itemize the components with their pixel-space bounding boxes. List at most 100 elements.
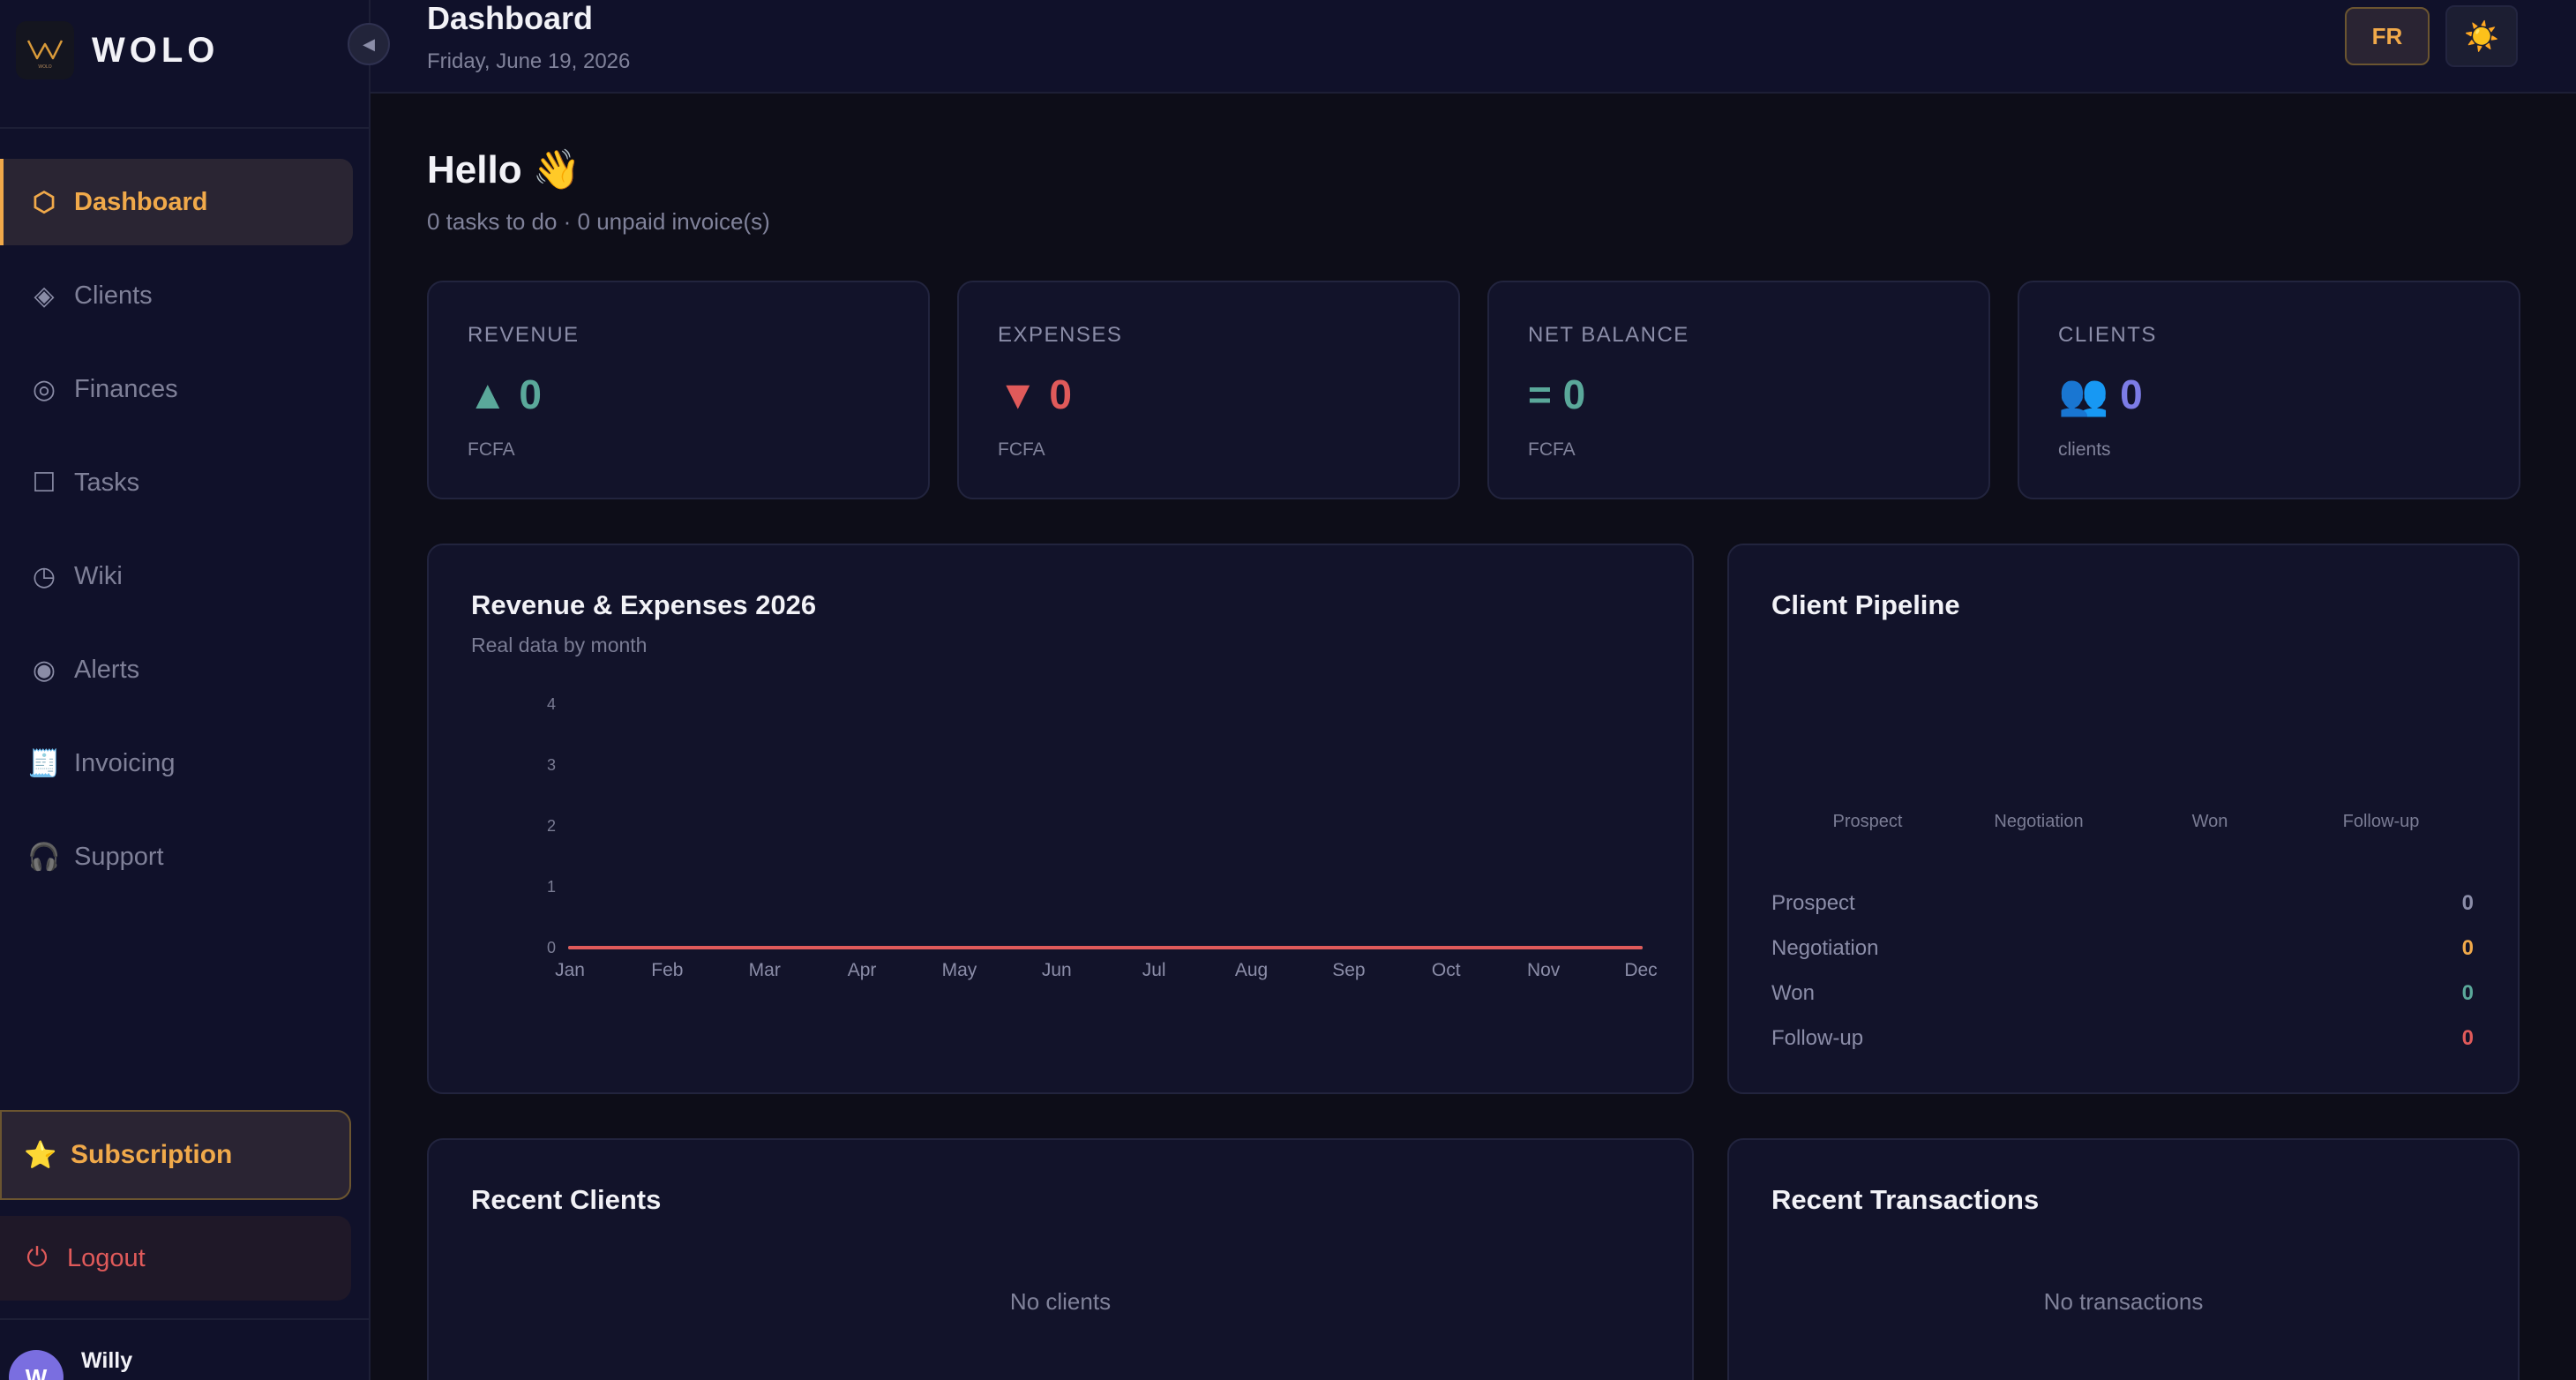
svg-text:WOLO: WOLO (38, 64, 51, 70)
clients-value: 0 (2120, 371, 2143, 417)
pipeline-row: Won 0 (1771, 981, 2474, 1006)
expenses-card: EXPENSES ▼ 0 FCFA (957, 281, 1460, 499)
sidebar-item-tasks[interactable]: ☐ Tasks (0, 439, 353, 526)
panel-title: Recent Clients (471, 1184, 662, 1215)
pipeline-column-label: Follow-up (2342, 812, 2420, 831)
sidebar-item-dashboard[interactable]: ⬡ Dashboard (0, 159, 353, 245)
logout-label: Logout (67, 1243, 146, 1272)
net-balance-value: 0 (1562, 371, 1586, 417)
pipeline-columns: Prospect Negotiation Won Follow-up (1729, 812, 2518, 838)
theme-toggle-button[interactable]: ☀️ (2445, 5, 2518, 67)
sidebar-item-clients[interactable]: ◈ Clients (0, 252, 353, 339)
avatar: W (9, 1350, 64, 1380)
pipeline-column-label: Won (2191, 812, 2228, 831)
brand-name: WOLO (92, 30, 220, 70)
sidebar-nav: ⬡ Dashboard ◈ Clients ◎ Finances ☐ Tasks… (0, 159, 353, 907)
revenue-expenses-chart: 0 1 2 3 4 Jan Feb Mar Apr May Jun Jul Aug Sep Oct Nov De… (547, 695, 1658, 980)
page-title: Dashboard (427, 0, 594, 36)
y-tick-label: 3 (547, 756, 556, 774)
panel-title: Recent Transactions (1771, 1184, 2040, 1215)
pipeline-row-value: 0 (2461, 891, 2474, 915)
x-tick-label: Jan (555, 960, 585, 980)
sun-icon: ☀️ (2464, 20, 2499, 52)
y-tick-label: 1 (547, 878, 556, 896)
pipeline-row-label: Won (1771, 981, 1815, 1005)
stat-label: REVENUE (468, 323, 580, 347)
topbar: Dashboard Friday, June 19, 2026 FR ☀️ (371, 0, 2576, 94)
user-profile[interactable]: W Willy (9, 1348, 132, 1380)
client-pipeline-panel: Client Pipeline Prospect Negotiation Won… (1727, 544, 2520, 1094)
pipeline-column-label: Prospect (1832, 812, 1903, 831)
stat-unit: FCFA (998, 439, 1045, 460)
x-tick-label: Aug (1235, 960, 1268, 980)
sidebar-item-invoicing[interactable]: 🧾 Invoicing (0, 720, 353, 806)
clock-icon: ◷ (32, 561, 56, 591)
logout-button[interactable]: ⏻ Logout (0, 1216, 351, 1301)
x-tick-label: Feb (651, 960, 683, 980)
sidebar-item-label: Tasks (74, 468, 140, 497)
stat-unit: FCFA (1528, 439, 1576, 460)
brand[interactable]: WOLO WOLO (16, 21, 219, 79)
stat-value: 👥 0 (2058, 371, 2143, 419)
sidebar-item-label: Alerts (74, 655, 140, 684)
sidebar-item-support[interactable]: 🎧 Support (0, 814, 353, 900)
headphones-icon: 🎧 (27, 842, 61, 872)
sidebar-item-wiki[interactable]: ◷ Wiki (0, 533, 353, 619)
x-tick-label: Jul (1142, 960, 1166, 980)
x-tick-label: Oct (1432, 960, 1461, 980)
greeting-title: Hello 👋 (427, 148, 581, 191)
stat-value: ▼ 0 (998, 371, 1072, 418)
target-icon: ◉ (32, 655, 56, 685)
stat-label: CLIENTS (2058, 323, 2157, 347)
x-tick-label: Nov (1527, 960, 1561, 980)
power-icon: ⏻ (26, 1243, 48, 1272)
sidebar: WOLO WOLO ◀ ⬡ Dashboard ◈ Clients ◎ Fina… (0, 0, 390, 1380)
sidebar-item-label: Clients (74, 281, 153, 310)
pipeline-row-value: 0 (2461, 1026, 2474, 1050)
stat-unit: FCFA (468, 439, 515, 460)
receipt-icon: 🧾 (27, 748, 61, 778)
pipeline-row-label: Negotiation (1771, 936, 1879, 960)
sidebar-item-finances[interactable]: ◎ Finances (0, 346, 353, 432)
y-tick-label: 4 (547, 695, 556, 713)
divider (0, 127, 369, 129)
stat-label: NET BALANCE (1528, 323, 1689, 347)
pipeline-row-label: Prospect (1771, 891, 1855, 915)
pipeline-column-label: Negotiation (1994, 812, 2084, 831)
sidebar-item-label: Wiki (74, 561, 123, 590)
sidebar-item-label: Dashboard (74, 187, 208, 216)
empty-state: No transactions (2043, 1288, 2204, 1315)
stat-label: EXPENSES (998, 323, 1123, 347)
checkbox-icon: ☐ (32, 468, 56, 498)
stat-value: ▲ 0 (468, 371, 542, 418)
greeting-subtitle: 0 tasks to do · 0 unpaid invoice(s) (427, 208, 770, 235)
stat-value: = 0 (1528, 371, 1585, 418)
subscription-button[interactable]: ⭐ Subscription (0, 1110, 351, 1200)
sidebar-item-alerts[interactable]: ◉ Alerts (0, 626, 353, 713)
x-tick-label: Dec (1624, 960, 1657, 980)
sidebar-item-label: Invoicing (74, 748, 176, 777)
equals-icon: = (1528, 371, 1552, 417)
revenue-expenses-panel: Revenue & Expenses 2026 Real data by mon… (427, 544, 1694, 1094)
expenses-value: 0 (1049, 371, 1072, 417)
pipeline-row: Prospect 0 (1771, 891, 2474, 916)
y-tick-label: 0 (547, 939, 556, 956)
net-balance-card: NET BALANCE = 0 FCFA (1487, 281, 1990, 499)
language-button[interactable]: FR (2345, 7, 2430, 65)
up-arrow-icon: ▲ (468, 371, 508, 417)
divider (0, 1318, 369, 1320)
stat-unit: clients (2058, 439, 2111, 460)
revenue-card: REVENUE ▲ 0 FCFA (427, 281, 930, 499)
x-tick-label: Mar (749, 960, 781, 980)
subscription-label: Subscription (71, 1140, 233, 1169)
pipeline-row-value: 0 (2461, 936, 2474, 960)
collapse-sidebar-button[interactable]: ◀ (348, 23, 390, 65)
x-tick-label: Apr (848, 960, 877, 980)
pipeline-row-value: 0 (2461, 981, 2474, 1005)
down-arrow-icon: ▼ (998, 371, 1038, 417)
revenue-value: 0 (519, 371, 542, 417)
sidebar-item-label: Finances (74, 374, 178, 403)
hexagon-icon: ⬡ (32, 187, 56, 217)
pipeline-row-label: Follow-up (1771, 1026, 1864, 1050)
sidebar-item-label: Support (74, 842, 164, 871)
